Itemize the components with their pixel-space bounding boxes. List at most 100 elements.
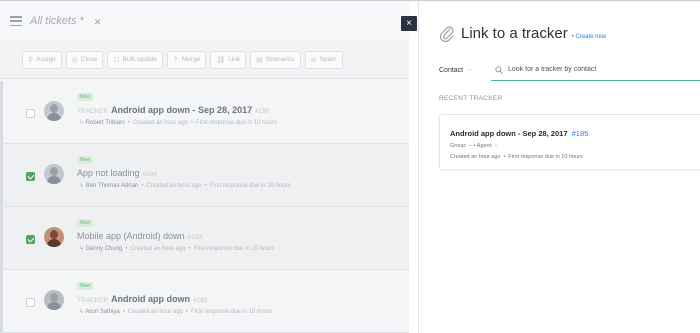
bulk-update-icon: ☐ <box>113 56 120 64</box>
ticket-due: First response due in 10 hours <box>193 246 275 252</box>
ticket-row[interactable]: New TRACKER Android app down #182 ↳ Arun Sat… <box>0 270 409 333</box>
spam-icon: ⊘ <box>310 56 317 64</box>
toolbar-button-label: Merge <box>181 56 201 63</box>
toolbar-button-label: Bulk update <box>122 56 158 63</box>
recent-tracker-card[interactable]: Android app down - Sep 28, 2017 #185 Gro… <box>439 114 700 170</box>
ticket-title[interactable]: Android app down - Sep 28, 2017 <box>111 105 252 115</box>
view-title[interactable]: All tickets * <box>30 15 84 27</box>
tracker-title: Android app down - Sep 28, 2017 #185 <box>450 129 588 138</box>
ticket-title[interactable]: Android app down <box>111 294 190 304</box>
toolbar-button-label: Close <box>80 56 98 63</box>
panel-title: Link to a tracker <box>461 25 568 42</box>
toolbar-button-label: Assign <box>36 56 56 63</box>
search-context-value: Contact <box>439 66 464 74</box>
ticket-meta: ↳ Robert Tribiani • Created an hour ago • Fi… <box>79 120 278 126</box>
row-accent <box>0 81 3 143</box>
recent-tracker-heading: RECENT TRACKER <box>439 95 503 102</box>
ticket-created: Created an hour ago <box>130 246 186 252</box>
search-icon <box>495 65 503 74</box>
ticket-list: New TRACKER Android app down - Sep 28, 201… <box>0 81 409 333</box>
assign-icon: ⚲ <box>28 56 34 64</box>
ticket-number: #190 <box>255 108 270 115</box>
tracker-search-row: Contact ⌵ <box>439 59 700 81</box>
ticket-title-line: Mobile app (Android) down #183 <box>77 231 202 241</box>
ticket-number: #182 <box>193 297 208 304</box>
tracker-meta: Created an hour ago • First response due i… <box>450 154 583 160</box>
spam-button[interactable]: ⊘ Spam <box>304 50 343 69</box>
merge-icon: ⇡ <box>173 56 179 64</box>
row-accent <box>0 144 3 206</box>
toolbar-button-label: Spam <box>319 56 337 63</box>
app-frame: All tickets * × ⚲ Assign ◎ Close ☐ Bulk updat… <box>0 0 700 333</box>
avatar <box>44 164 64 184</box>
status-badge: New <box>77 219 94 227</box>
assign-button[interactable]: ⚲ Assign <box>22 50 62 69</box>
close-view-icon[interactable]: × <box>94 14 102 29</box>
bulk-update-button[interactable]: ☐ Bulk update <box>107 50 164 69</box>
panel-header: Link to a tracker • Create new <box>439 25 606 43</box>
tracker-due: First response due in 10 hours <box>508 154 583 160</box>
chevron-down-icon: ⌵ <box>467 66 472 73</box>
scenarios-button[interactable]: ▤ Scenarios <box>250 50 301 69</box>
search-context-select[interactable]: Contact ⌵ <box>439 67 491 74</box>
ticket-title[interactable]: App not loading <box>77 168 140 178</box>
ticket-title-line: TRACKER Android app down - Sep 28, 2017 #1… <box>77 105 270 115</box>
paperclip-icon <box>439 26 454 43</box>
ticket-due: First response due in 10 hours <box>196 120 278 126</box>
row-accent <box>0 270 3 332</box>
ticket-checkbox[interactable] <box>26 172 35 181</box>
status-badge: New <box>77 93 94 101</box>
avatar <box>44 290 64 310</box>
tracker-created: Created an hour ago <box>450 154 501 160</box>
close-ticket-icon: ◎ <box>71 56 78 64</box>
tracker-number[interactable]: #185 <box>572 129 589 138</box>
requester-name[interactable]: Robert Tribiani <box>86 120 125 126</box>
toolbar-button-label: Link <box>228 56 241 63</box>
ticket-row[interactable]: New TRACKER Android app down - Sep 28, 201… <box>0 81 409 144</box>
ticket-title[interactable]: Mobile app (Android) down <box>77 231 185 241</box>
ticket-created: Created an hour ago <box>132 120 188 126</box>
link-button[interactable]: ⛓ Link <box>210 50 247 69</box>
ticket-meta: ↳ Denny Chung • Created an hour ago • First … <box>79 246 275 252</box>
requester-icon: ↳ <box>79 246 86 252</box>
close-button[interactable]: ◎ Close <box>65 50 104 69</box>
link-icon: ⛓ <box>216 56 226 64</box>
ticket-due: First response due in 10 hours <box>209 183 291 189</box>
tracker-group-agent: Group: -- • Agent: -- <box>450 143 498 149</box>
create-new-link[interactable]: • Create new <box>572 34 606 40</box>
requester-name[interactable]: Arun Sathiya <box>85 309 119 315</box>
hamburger-icon[interactable] <box>10 16 22 26</box>
ticket-created: Created an hour ago <box>127 309 183 315</box>
ticket-number: #183 <box>187 234 203 241</box>
requester-name[interactable]: Ben Thomas Adrian <box>86 183 139 189</box>
ticket-number: #184 <box>142 171 158 178</box>
status-badge: New <box>77 156 94 164</box>
requester-name[interactable]: Denny Chung <box>86 246 123 252</box>
row-accent <box>0 207 3 269</box>
link-tracker-panel: Link to a tracker • Create new Contact ⌵… <box>418 1 700 333</box>
scenarios-icon: ▤ <box>256 56 263 64</box>
requester-icon: ↳ <box>79 183 86 189</box>
status-badge: New <box>77 282 94 290</box>
tracker-title-text: Android app down - Sep 28, 2017 <box>450 129 568 138</box>
avatar <box>44 227 64 247</box>
merge-button[interactable]: ⇡ Merge <box>167 50 207 69</box>
tracker-search-box <box>491 59 700 81</box>
toolbar-button-label: Scenarios <box>265 56 295 63</box>
ticket-checkbox[interactable] <box>26 109 35 118</box>
ticket-meta: ↳ Ben Thomas Adrian • Created an hour ago •… <box>79 183 291 189</box>
panel-close-button[interactable]: × <box>401 16 417 31</box>
tracker-prefix: TRACKER <box>77 108 109 115</box>
requester-icon: ↳ <box>79 120 86 126</box>
tracker-search-input[interactable] <box>508 66 688 73</box>
ticket-row[interactable]: New App not loading #184 ↳ Ben Thomas Adria… <box>0 144 409 207</box>
ticket-title-line: App not loading #184 <box>77 168 157 178</box>
tracker-prefix: TRACKER <box>77 297 109 304</box>
ticket-title-line: TRACKER Android app down #182 <box>77 294 208 304</box>
ticket-created: Created an hour ago <box>146 183 202 189</box>
ticket-meta: ↳ Arun Sathiya • Created an hour ago • First… <box>79 309 273 315</box>
ticket-due: First response due in 10 hours <box>191 309 273 315</box>
ticket-row[interactable]: New Mobile app (Android) down #183 ↳ Denny … <box>0 207 409 270</box>
ticket-checkbox[interactable] <box>26 235 35 244</box>
ticket-checkbox[interactable] <box>26 298 35 307</box>
